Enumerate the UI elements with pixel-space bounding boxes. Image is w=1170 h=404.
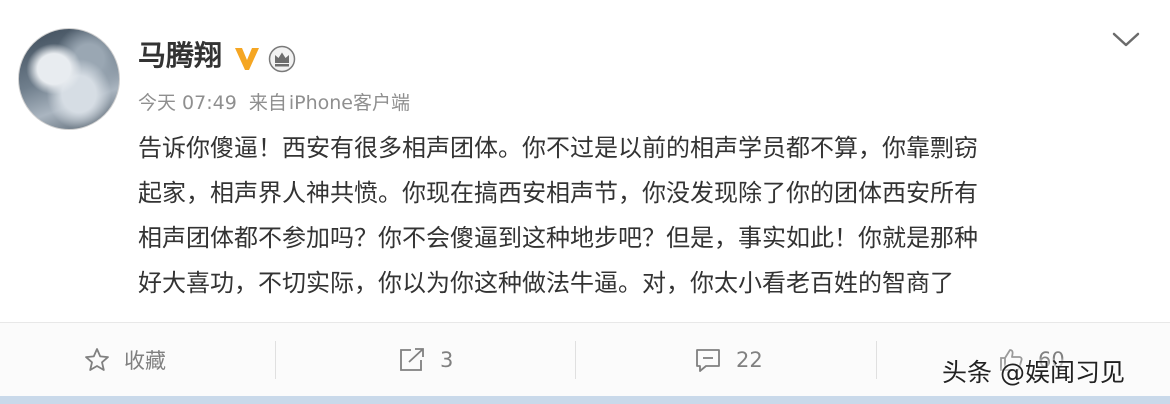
crown-badge-icon[interactable] <box>268 45 296 73</box>
comment-count: 22 <box>736 347 763 372</box>
username[interactable]: 马腾翔 <box>138 38 222 74</box>
favorite-label: 收藏 <box>124 348 166 373</box>
post-text: 告诉你傻逼！西安有很多相声团体。你不过是以前的相声学员都不算，你靠剽窃 起家，相… <box>138 126 1138 306</box>
post-text-line: 相声团体都不参加吗？你不会傻逼到这种地步吧？但是，事实如此！你就是那种 <box>138 224 978 252</box>
repost-icon <box>400 347 424 371</box>
post-text-line: 告诉你傻逼！西安有很多相声团体。你不过是以前的相声学员都不算，你靠剽窃 <box>138 134 978 162</box>
action-separator <box>876 341 877 379</box>
comment-icon <box>696 348 720 372</box>
watermark: 头条 @娱闻习见 <box>942 358 1125 387</box>
action-separator <box>575 341 576 379</box>
chevron-down-icon[interactable] <box>1108 28 1144 52</box>
favorite-button[interactable]: 收藏 <box>84 323 166 396</box>
repost-button[interactable]: 3 <box>398 323 453 396</box>
verified-v-icon <box>235 48 259 70</box>
star-icon <box>85 347 109 371</box>
source-prefix: 来自 <box>248 92 287 114</box>
post-time[interactable]: 今天 07:49 <box>138 92 237 114</box>
bottom-strip <box>0 396 1170 404</box>
action-separator <box>275 341 276 379</box>
post-source: iPhone客户端 <box>288 92 410 114</box>
repost-count: 3 <box>440 347 454 372</box>
post-text-line: 起家，相声界人神共愤。你现在搞西安相声节，你没发现除了你的团体西安所有 <box>138 179 978 207</box>
avatar[interactable] <box>18 28 120 130</box>
post-meta: 今天 07:49 来自 iPhone客户端 <box>138 90 416 116</box>
weibo-post-card: 马腾翔 今天 07:49 来自 iPhone客户端 告诉你傻逼！西安有很多相声团体… <box>0 0 1170 404</box>
post-text-line: 好大喜功，不切实际，你以为你这种做法牛逼。对，你太小看老百姓的智商了 <box>138 269 954 297</box>
comment-button[interactable]: 22 <box>694 323 763 396</box>
